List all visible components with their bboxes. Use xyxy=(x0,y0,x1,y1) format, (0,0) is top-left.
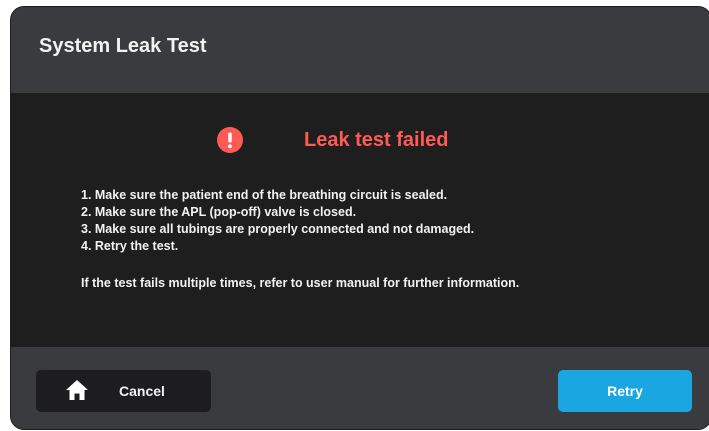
status-message: Leak test failed xyxy=(304,129,449,151)
dialog-footer: Cancel Retry xyxy=(11,347,709,429)
retry-button[interactable]: Retry xyxy=(558,370,692,412)
instruction-step: 1. Make sure the patient end of the brea… xyxy=(81,188,448,202)
instruction-step: 3. Make sure all tubings are properly co… xyxy=(81,222,475,236)
cancel-label: Cancel xyxy=(119,383,165,399)
leak-test-dialog: System Leak Test Leak test failed 1. Mak… xyxy=(10,6,709,430)
dialog-header: System Leak Test xyxy=(11,7,709,93)
alert-circle-icon xyxy=(217,127,243,153)
status-row: Leak test failed xyxy=(11,123,709,157)
instruction-step: 4. Retry the test. xyxy=(81,239,179,253)
dialog-body: Leak test failed 1. Make sure the patien… xyxy=(11,93,709,347)
help-note: If the test fails multiple times, refer … xyxy=(81,276,520,290)
dialog-title: System Leak Test xyxy=(39,35,207,57)
instruction-list: 1. Make sure the patient end of the brea… xyxy=(81,187,474,255)
home-icon xyxy=(66,380,88,400)
instruction-step: 2. Make sure the APL (pop-off) valve is … xyxy=(81,205,357,219)
cancel-button[interactable]: Cancel xyxy=(36,370,211,412)
